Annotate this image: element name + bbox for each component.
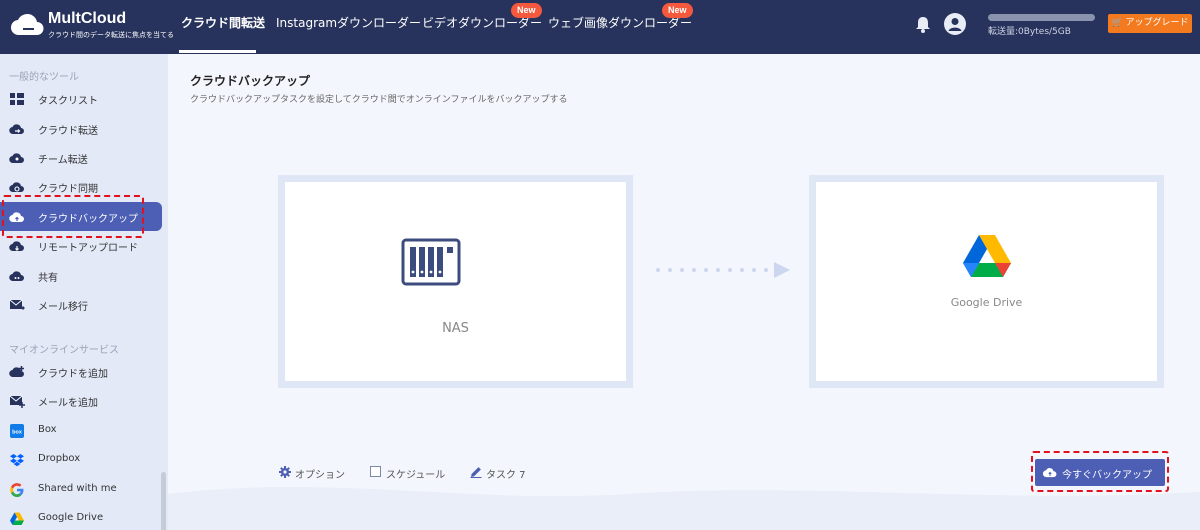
schedule-label: スケジュール bbox=[386, 470, 446, 481]
quota-bar bbox=[988, 14, 1095, 21]
grid-icon bbox=[10, 93, 24, 105]
quota-text: 転送量:0Bytes/5GB bbox=[988, 27, 1071, 37]
sidebar-item-add-cloud[interactable]: クラウドを追加 bbox=[0, 357, 162, 386]
sidebar-item-label: クラウド転送 bbox=[38, 126, 98, 137]
sidebar-section-services: マイオンラインサービス bbox=[9, 345, 119, 356]
active-tab-indicator bbox=[179, 50, 256, 53]
sidebar-item-label: Dropbox bbox=[38, 453, 81, 464]
tab-cloud-transfer[interactable]: クラウド間転送 bbox=[181, 0, 265, 54]
cloud-transfer-icon bbox=[9, 124, 24, 135]
logo[interactable]: MultCloud クラウド間のデータ転送に焦点を当てる bbox=[10, 9, 174, 45]
sidebar-item-label: クラウド同期 bbox=[38, 184, 98, 195]
destination-label: Google Drive bbox=[950, 296, 1023, 309]
tab-instagram-downloader[interactable]: Instagramダウンローダー bbox=[276, 0, 421, 54]
share-icon bbox=[9, 271, 24, 282]
add-email-icon bbox=[9, 395, 25, 408]
sidebar-item-team-transfer[interactable]: チーム転送 bbox=[0, 143, 162, 172]
sidebar-item-label: リモートアップロード bbox=[38, 243, 138, 254]
nas-icon bbox=[401, 238, 461, 286]
sidebar-item-label: Google Drive bbox=[38, 512, 104, 523]
top-bar: MultCloud クラウド間のデータ転送に焦点を当てる クラウド間転送 Ins… bbox=[0, 0, 1200, 54]
add-cloud-icon bbox=[9, 366, 24, 378]
task-label: タスク 7 bbox=[486, 470, 526, 481]
sidebar-item-label: 共有 bbox=[38, 273, 58, 284]
checkbox[interactable] bbox=[370, 466, 381, 477]
sidebar-item-box[interactable]: box Box bbox=[0, 416, 162, 445]
google-drive-icon bbox=[963, 235, 1011, 277]
box-icon: box bbox=[10, 424, 24, 438]
sidebar-item-cloud-transfer[interactable]: クラウド転送 bbox=[0, 114, 162, 143]
sidebar-item-label: メール移行 bbox=[38, 302, 88, 313]
sidebar-item-label: メールを追加 bbox=[38, 398, 98, 409]
sidebar-item-shared-with-me[interactable]: Shared with me bbox=[0, 475, 162, 504]
user-icon bbox=[948, 18, 962, 31]
sidebar-section-tools: 一般的なツール bbox=[9, 72, 79, 83]
page-title: クラウドバックアップ bbox=[190, 74, 311, 88]
sidebar-item-task-list[interactable]: タスクリスト bbox=[0, 84, 162, 113]
google-drive-icon bbox=[10, 512, 24, 525]
avatar[interactable] bbox=[944, 13, 966, 35]
sidebar: 一般的なツール タスクリスト クラウド転送 チーム転送 クラウド同期 クラウドバ… bbox=[0, 54, 168, 530]
sidebar-item-label: Shared with me bbox=[38, 483, 117, 494]
bell-icon[interactable] bbox=[914, 15, 932, 34]
svg-text:box: box bbox=[12, 430, 23, 436]
new-badge: New bbox=[511, 3, 542, 18]
main-panel: クラウドバックアップ クラウドバックアップタスクを設定してクラウド間でオンライン… bbox=[168, 54, 1200, 530]
page-subtitle: クラウドバックアップタスクを設定してクラウド間でオンラインファイルをバックアップ… bbox=[190, 95, 568, 105]
app-tagline: クラウド間のデータ転送に焦点を当てる bbox=[48, 31, 174, 39]
source-box[interactable]: NAS bbox=[278, 175, 633, 388]
upgrade-button[interactable]: 🛒 アップグレード bbox=[1108, 14, 1192, 33]
options-label: オプション bbox=[295, 470, 345, 481]
sidebar-item-label: Box bbox=[38, 424, 57, 435]
new-badge: New bbox=[662, 3, 693, 18]
dropbox-icon bbox=[10, 454, 24, 467]
sidebar-item-google-drive[interactable]: Google Drive bbox=[0, 504, 162, 530]
sidebar-item-share[interactable]: 共有 bbox=[0, 261, 162, 290]
upgrade-label: アップグレード bbox=[1125, 18, 1189, 28]
highlight-backup-now bbox=[1031, 451, 1169, 492]
gear-icon bbox=[279, 466, 291, 478]
team-transfer-icon bbox=[9, 153, 24, 164]
sidebar-scrollbar[interactable] bbox=[161, 472, 166, 530]
remote-upload-icon bbox=[9, 241, 24, 252]
arrow-right-icon bbox=[656, 262, 790, 278]
email-migration-icon bbox=[9, 299, 25, 310]
sidebar-item-label: タスクリスト bbox=[38, 96, 98, 107]
sidebar-item-dropbox[interactable]: Dropbox bbox=[0, 445, 162, 474]
pencil-icon bbox=[470, 467, 482, 478]
sidebar-item-add-email[interactable]: メールを追加 bbox=[0, 386, 162, 415]
app-name: MultCloud bbox=[48, 10, 127, 27]
cart-icon: 🛒 bbox=[1111, 18, 1123, 28]
source-label: NAS bbox=[442, 321, 469, 336]
cloud-logo-icon bbox=[10, 13, 44, 36]
sidebar-item-label: チーム転送 bbox=[38, 155, 88, 166]
highlight-cloud-backup bbox=[2, 195, 144, 238]
google-icon bbox=[10, 483, 24, 497]
sidebar-item-label: クラウドを追加 bbox=[38, 369, 108, 380]
sidebar-item-email-migration[interactable]: メール移行 bbox=[0, 290, 162, 319]
cloud-sync-icon bbox=[9, 182, 24, 193]
destination-box[interactable]: Google Drive bbox=[809, 175, 1164, 388]
